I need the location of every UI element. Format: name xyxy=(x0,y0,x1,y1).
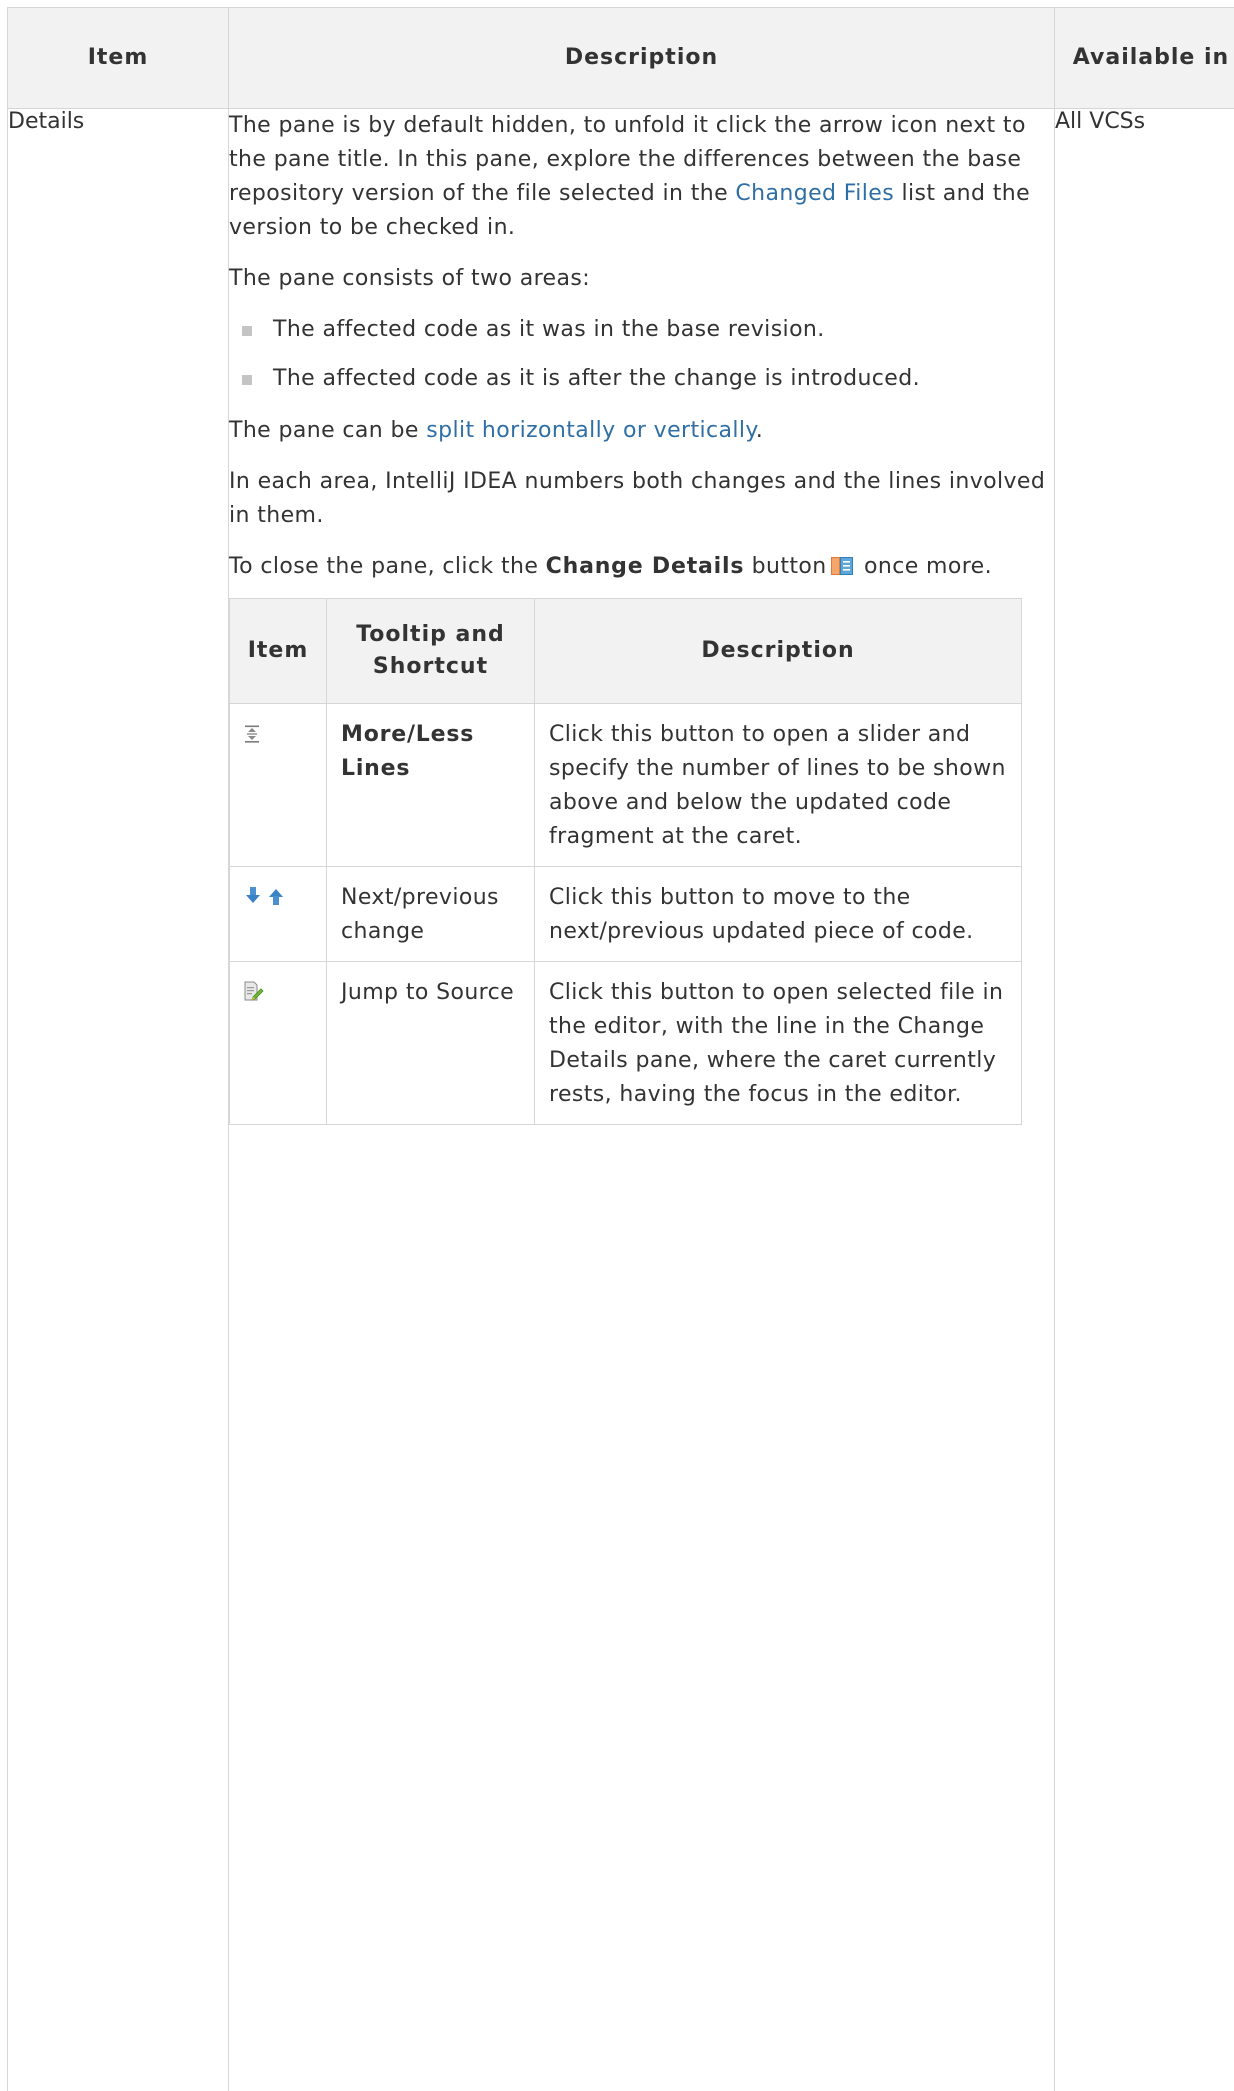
para3-text-after: . xyxy=(755,418,764,443)
row-item-label: Details xyxy=(8,109,85,134)
para5-text-mid: button xyxy=(744,554,827,579)
description-text: Click this button to open a slider and s… xyxy=(549,722,1006,849)
row-item-cell: Details xyxy=(7,108,229,2091)
table-row: Jump to Source Click this button to open… xyxy=(229,961,1022,1125)
header-item: Item xyxy=(7,7,229,109)
table-header-row: Item Description Available in xyxy=(7,7,1234,109)
header-available-in-label: Available in xyxy=(1072,45,1230,70)
table-row: More/Less Lines Click this button to ope… xyxy=(229,703,1022,867)
description-paragraph-3: The pane can be split horizontally or ve… xyxy=(229,414,1054,448)
header-available-in: Available in xyxy=(1054,7,1234,109)
row-available-label: All VCSs xyxy=(1055,109,1146,134)
options-table: Item Description Available in Details Th… xyxy=(7,7,1234,2091)
inner-item-cell xyxy=(229,961,327,1125)
tooltip-text: Jump to Source xyxy=(341,980,515,1005)
inner-description-cell: Click this button to open selected file … xyxy=(534,961,1022,1125)
header-description: Description xyxy=(228,7,1055,109)
description-paragraph-1: The pane is by default hidden, to unfold… xyxy=(229,109,1054,245)
toolbar-buttons-table: Item Tooltip and Shortcut Description Mo… xyxy=(229,598,1022,1125)
list-item-text: The affected code as it is after the cha… xyxy=(273,366,920,391)
bullet-icon xyxy=(242,375,252,385)
inner-description-cell: Click this button to move to the next/pr… xyxy=(534,866,1022,962)
tooltip-text: Next/previous change xyxy=(341,885,499,944)
table-row: Details The pane is by default hidden, t… xyxy=(7,108,1234,2091)
inner-tooltip-cell: Next/previous change xyxy=(326,866,535,962)
para5-text-after: once more. xyxy=(856,554,993,579)
description-text: Click this button to move to the next/pr… xyxy=(549,885,974,944)
split-link[interactable]: split horizontally or vertically xyxy=(426,418,755,443)
inner-item-cell xyxy=(229,703,327,867)
inner-header-item: Item xyxy=(229,598,327,704)
table-row: Next/previous change Click this button t… xyxy=(229,866,1022,962)
tooltip-text: More/Less Lines xyxy=(341,722,475,781)
para5-text-before: To close the pane, click the xyxy=(229,554,546,579)
list-item-text: The affected code as it was in the base … xyxy=(273,317,825,342)
description-paragraph-2: The pane consists of two areas: xyxy=(229,266,591,291)
description-text: Click this button to open selected file … xyxy=(549,980,1004,1107)
changed-files-link[interactable]: Changed Files xyxy=(735,181,894,206)
inner-item-cell xyxy=(229,866,327,962)
inner-description-cell: Click this button to open a slider and s… xyxy=(534,703,1022,867)
inner-header-row: Item Tooltip and Shortcut Description xyxy=(229,598,1022,704)
para3-text-before: The pane can be xyxy=(229,418,427,443)
change-details-label: Change Details xyxy=(545,554,745,579)
row-available-cell: All VCSs xyxy=(1054,108,1234,2091)
inner-header-description: Description xyxy=(534,598,1022,704)
next-previous-arrows-icon xyxy=(244,883,286,917)
inner-tooltip-cell: Jump to Source xyxy=(326,961,535,1125)
more-less-lines-icon xyxy=(244,720,260,754)
bullet-icon xyxy=(242,326,252,336)
list-item: The affected code as it was in the base … xyxy=(229,313,1054,347)
list-item: The affected code as it is after the cha… xyxy=(229,362,1054,396)
change-details-icon xyxy=(830,553,853,575)
inner-tooltip-cell: More/Less Lines xyxy=(326,703,535,867)
description-paragraph-4: In each area, IntelliJ IDEA numbers both… xyxy=(229,469,1046,528)
inner-header-tooltip: Tooltip and Shortcut xyxy=(326,598,535,704)
description-paragraph-5: To close the pane, click the Change Deta… xyxy=(229,550,1054,584)
row-description-cell: The pane is by default hidden, to unfold… xyxy=(228,108,1055,2091)
page: Item Description Available in Details Th… xyxy=(0,0,1234,2091)
areas-list: The affected code as it was in the base … xyxy=(229,313,1054,396)
jump-to-source-icon xyxy=(244,978,264,1012)
